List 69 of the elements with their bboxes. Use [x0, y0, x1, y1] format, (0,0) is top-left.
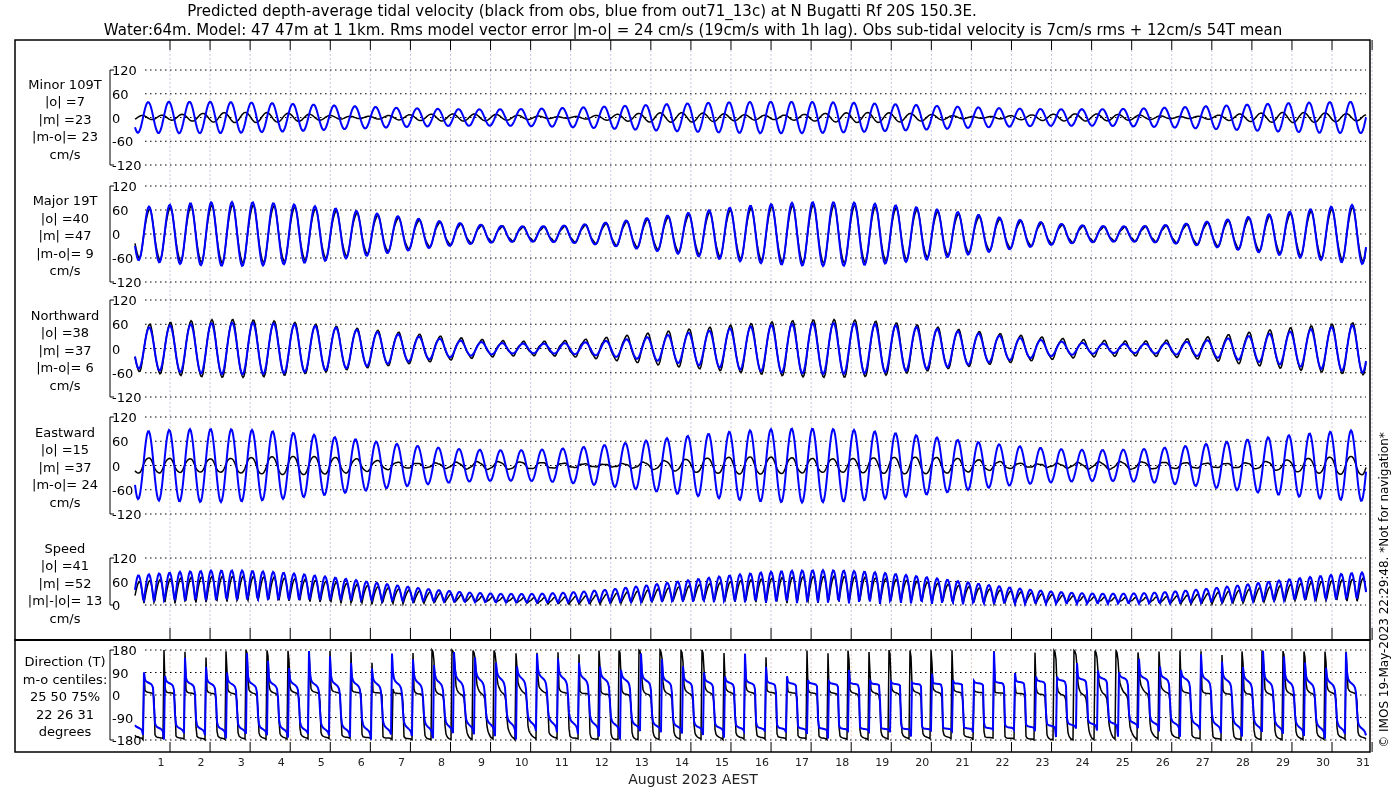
- x-tick-label: 13: [634, 756, 649, 769]
- x-tick-label: 5: [317, 756, 325, 769]
- x-tick-label: 30: [1316, 756, 1331, 769]
- x-tick-label: 18: [835, 756, 850, 769]
- x-axis-label: August 2023 AEST: [628, 771, 758, 787]
- x-tick-label: 9: [478, 756, 486, 769]
- x-tick-label: 23: [1035, 756, 1050, 769]
- y-tick-label: 0: [112, 110, 121, 126]
- panel-label: Eastward |o| =15 |m| =37 |m-o|= 24 cm/s: [32, 424, 98, 510]
- x-tick-label: 8: [438, 756, 445, 769]
- y-tick-label: 120: [112, 63, 137, 78]
- x-tick-label: 4: [277, 756, 285, 769]
- y-tick-label: 60: [112, 203, 129, 218]
- copyright-note: © IMOS 19-May-2023 22:29:48. *Not for navigation*: [1377, 432, 1391, 748]
- x-tick-label: 22: [995, 756, 1010, 769]
- y-tick-label: -60: [112, 482, 134, 498]
- y-tick-label: -60: [112, 134, 134, 150]
- x-tick-label: 15: [715, 756, 729, 769]
- x-tick-label: 11: [554, 756, 569, 769]
- panel-label: Speed |o| =41 |m| =52 |m|-|o|= 13 cm/s: [27, 540, 103, 626]
- y-tick-label: 120: [112, 293, 137, 308]
- y-tick-label: -120: [112, 158, 142, 173]
- y-tick-label: 120: [112, 551, 137, 566]
- y-tick-label: 0: [112, 598, 121, 613]
- y-tick-label: -120: [112, 507, 142, 522]
- y-tick-label: -120: [112, 390, 142, 405]
- y-tick-label: -120: [112, 275, 142, 290]
- panel-label: Direction (T) m-o centiles: 25 50 75% 22 26 31 degrees: [22, 654, 108, 739]
- x-tick-label: 27: [1195, 756, 1210, 769]
- chart-title: Predicted depth-average tidal velocity (black from obs, blue from out71_13c) at N Bugatti Rf 20S 150.3E.: [187, 2, 977, 20]
- chart-title: Water:64m. Model: 47 47m at 1 1km. Rms model vector error |m-o| = 24 cm/s (19cm/s with 1h lag). Obs sub-tidal velocity is 7cm/s rms + 12cm/s 54T mean: [103, 21, 1283, 39]
- y-tick-label: -60: [112, 365, 134, 381]
- y-tick-label: 0: [112, 227, 121, 242]
- x-tick-label: 17: [795, 756, 810, 769]
- x-tick-label: 1: [157, 756, 165, 769]
- y-tick-label: 60: [112, 86, 129, 102]
- x-tick-label: 2: [197, 756, 205, 769]
- y-tick-label: -60: [112, 251, 134, 266]
- x-tick-label: 21: [955, 756, 970, 769]
- x-tick-label: 16: [755, 756, 770, 769]
- x-tick-label: 24: [1075, 756, 1090, 769]
- x-tick-label: 14: [674, 756, 689, 769]
- x-tick-label: 25: [1115, 756, 1130, 769]
- x-tick-label: 19: [875, 756, 890, 769]
- x-tick-label: 7: [397, 756, 405, 769]
- panel-label: Major 19T |o| =40 |m| =47 |m-o|= 9 cm/s: [32, 193, 98, 278]
- y-tick-label: 120: [112, 410, 137, 425]
- y-tick-label: 90: [112, 665, 129, 681]
- y-tick-label: 180: [112, 643, 137, 658]
- x-tick-label: 20: [915, 756, 930, 769]
- y-tick-label: 60: [112, 317, 129, 333]
- y-tick-label: 60: [112, 434, 129, 450]
- panel-label: Minor 109T |o| =7 |m| =23 |m-o|= 23 cm/s: [28, 76, 102, 162]
- panel-label: Northward |o| =38 |m| =37 |m-o|= 6 cm/s: [30, 307, 100, 393]
- x-tick-label: 28: [1235, 756, 1250, 769]
- x-tick-label: 3: [237, 756, 245, 769]
- y-tick-label: 120: [112, 179, 137, 194]
- x-tick-label: 31: [1356, 756, 1371, 769]
- y-tick-label: -90: [112, 710, 134, 726]
- y-tick-label: -180: [112, 733, 142, 748]
- x-tick-label: 26: [1155, 756, 1170, 769]
- y-tick-label: 0: [112, 341, 121, 357]
- x-tick-label: 29: [1275, 756, 1290, 769]
- x-tick-label: 10: [514, 756, 529, 769]
- y-tick-label: 60: [112, 574, 129, 590]
- x-tick-label: 12: [594, 756, 609, 769]
- y-tick-label: 0: [112, 458, 121, 474]
- y-tick-label: 0: [112, 688, 121, 703]
- x-tick-label: 6: [357, 756, 365, 769]
